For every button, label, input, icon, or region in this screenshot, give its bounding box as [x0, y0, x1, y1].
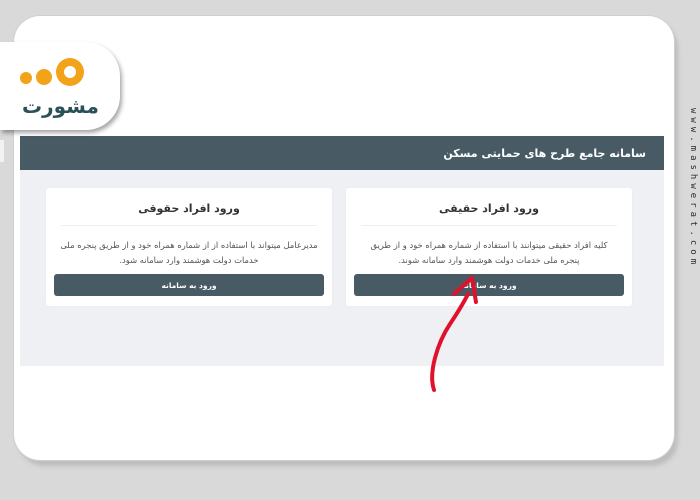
brand-logo: مشورت	[0, 42, 120, 130]
card-description-legal: مدیرعامل میتواند با استفاده از از شماره …	[60, 240, 318, 265]
card-title-real: ورود افراد حقیقی	[439, 202, 539, 215]
card-description-real: کلیه افراد حقیقی میتوانند با استفاده از …	[370, 240, 608, 265]
site-title: سامانه جامع طرح های حمایتی مسکن	[443, 146, 646, 160]
card-legal-persons: ورود افراد حقوقی مدیرعامل میتواند با است…	[46, 188, 332, 306]
site-header: سامانه جامع طرح های حمایتی مسکن	[20, 136, 664, 170]
logo-dots-icon	[36, 69, 52, 85]
website-watermark: www.mashwerat.com	[688, 108, 698, 269]
card-title-legal: ورود افراد حقوقی	[138, 202, 240, 215]
card-divider	[361, 225, 617, 226]
card-divider	[61, 225, 317, 226]
annotation-arrow-icon	[430, 276, 478, 392]
logo-dots-icon	[20, 72, 32, 84]
logo-dots-icon	[64, 66, 76, 78]
login-button-legal[interactable]: ورود به سامانه	[54, 274, 324, 296]
left-marker	[0, 140, 4, 162]
logo-text: مشورت	[22, 94, 99, 118]
